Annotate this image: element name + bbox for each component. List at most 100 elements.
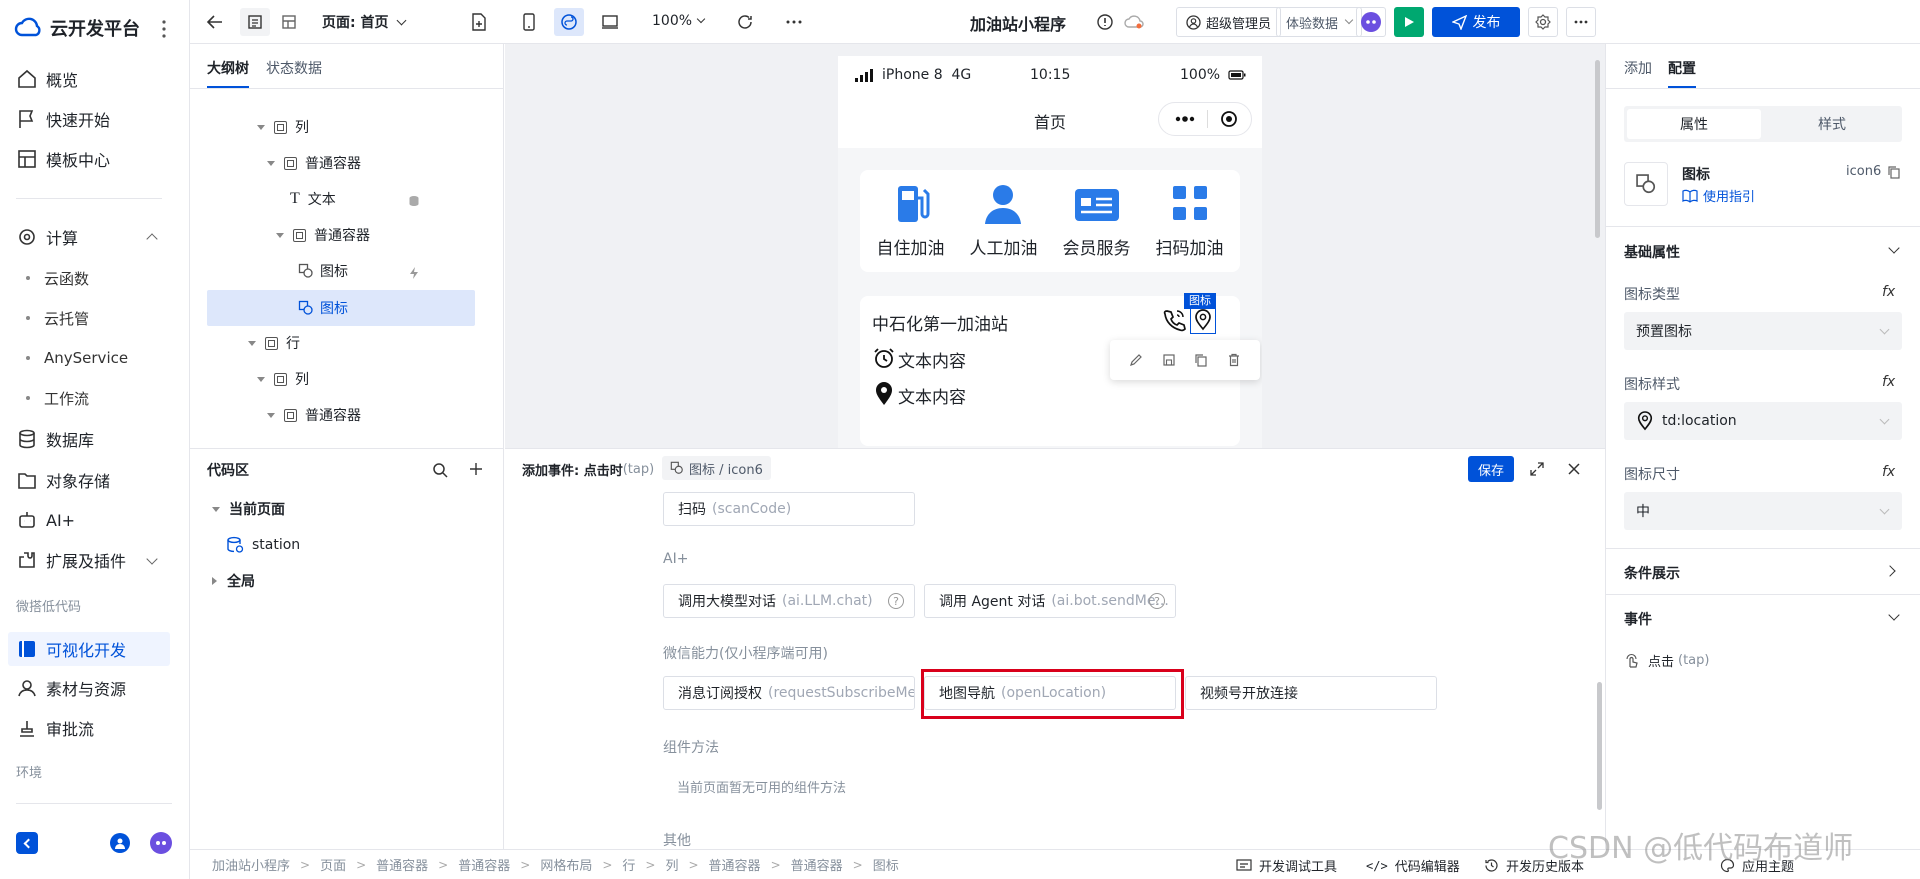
nav-approval[interactable]: 审批流 [16,713,94,743]
tab-outline-tree[interactable]: 大纲树 [207,58,249,78]
preview-button[interactable] [1394,7,1424,37]
icon-type-select[interactable]: 预置图标 [1624,312,1902,350]
copy-icon[interactable] [1194,353,1208,367]
user-avatar-icon[interactable] [110,833,130,853]
edit-icon[interactable] [1129,353,1143,367]
service-member[interactable]: 会员服务 [1050,184,1143,264]
breadcrumb-item[interactable]: 普通容器 [709,855,761,874]
code-item-station[interactable]: station [226,530,300,560]
nav-cloud-hosting[interactable]: 云托管 [26,304,89,332]
help-icon[interactable]: ? [888,593,904,609]
outline-view-button[interactable] [240,8,270,36]
close-icon[interactable] [1568,463,1580,475]
info-icon[interactable] [1096,13,1114,31]
nav-workflow[interactable]: 工作流 [26,384,89,412]
tree-node-icon-selected[interactable]: 图标 [298,293,348,323]
event-save-button[interactable]: 保存 [1468,456,1514,482]
service-scan-fuel[interactable]: 扫码加油 [1143,184,1236,264]
zoom-selector[interactable]: 100% [652,13,706,29]
breadcrumb-item[interactable]: 普通容器 [458,855,510,874]
service-manual-fuel[interactable]: 人工加油 [957,184,1050,264]
breadcrumb-item[interactable]: 页面 [320,855,346,874]
page-selector[interactable]: 页面: 首页 [322,12,407,32]
tab-state-data[interactable]: 状态数据 [266,58,322,78]
tree-node-container[interactable]: 普通容器 [276,220,370,250]
ai-assistant-button[interactable] [1356,7,1386,37]
nav-storage[interactable]: 对象存储 [16,465,110,495]
search-icon[interactable] [432,462,448,478]
service-self-fuel[interactable]: 自住加油 [864,184,957,264]
events-header[interactable]: 事件 [1624,609,1652,629]
fx-icon[interactable]: fx [1882,284,1895,300]
event-subscribe-button[interactable]: 消息订阅授权 (requestSubscribeMe... [663,676,915,710]
event-ai-agent-button[interactable]: 调用 Agent 对话 (ai.bot.sendMe... ? [924,584,1176,618]
basic-properties-header[interactable]: 基础属性 [1624,242,1680,262]
breadcrumb-item[interactable]: 图标 [873,855,899,874]
user-role-button[interactable]: 超级管理员 [1176,7,1282,37]
tree-node-container[interactable]: 普通容器 [267,148,361,178]
collapse-nav-button[interactable] [16,832,38,854]
icon-style-select[interactable]: td:location [1624,402,1902,440]
tab-config[interactable]: 配置 [1668,58,1696,78]
copy-icon[interactable] [1887,165,1901,179]
nav-templates[interactable]: 模板中心 [16,144,110,174]
event-ai-chat-button[interactable]: 调用大模型对话 (ai.LLM.chat) ? [663,584,915,618]
code-editor-button[interactable]: </> 代码编辑器 [1366,856,1460,876]
add-page-icon[interactable] [470,12,488,32]
breadcrumb-item[interactable]: 普通容器 [376,855,428,874]
mobile-device-icon[interactable] [522,12,536,32]
breadcrumb-item[interactable]: 列 [665,855,678,874]
code-current-page[interactable]: 当前页面 [212,494,285,524]
event-scan-code-button[interactable]: 扫码 (scanCode) [663,492,915,526]
conditional-display-header[interactable]: 条件展示 [1624,563,1680,583]
tab-add[interactable]: 添加 [1624,58,1652,78]
save-icon[interactable] [1162,353,1176,367]
nav-plugins[interactable]: 扩展及插件 [16,545,126,575]
chevron-up-icon[interactable] [146,233,158,245]
nav-ai[interactable]: AI+ [16,505,75,535]
add-icon[interactable] [469,462,483,476]
usage-guide-link[interactable]: 使用指引 [1682,186,1755,205]
cloud-sync-icon[interactable] [1124,14,1144,30]
pc-device-icon[interactable] [601,13,619,31]
breadcrumb-item[interactable]: 网格布局 [540,855,592,874]
nav-visual-dev[interactable]: 可视化开发 [16,634,126,664]
more-menu-button[interactable] [1566,7,1596,37]
subtab-properties[interactable]: 属性 [1627,109,1761,139]
app-logo[interactable]: 云开发平台 [14,14,140,42]
event-tap-item[interactable]: 点击 (tap) [1624,651,1709,670]
miniprogram-device-button[interactable] [554,8,584,36]
tree-node-column[interactable]: 列 [257,364,309,394]
nav-database[interactable]: 数据库 [16,424,94,454]
settings-button[interactable] [1528,7,1558,37]
canvas-scrollbar[interactable] [1595,60,1600,238]
nav-compute[interactable]: 计算 [16,222,78,252]
phone-call-icon[interactable] [1162,308,1186,332]
more-vert-icon[interactable] [162,20,166,38]
data-mode-selector[interactable]: 体验数据 [1276,7,1363,37]
help-icon[interactable]: ? [1149,593,1165,609]
nav-quickstart[interactable]: 快速开始 [16,104,110,134]
tree-node-column[interactable]: 列 [257,112,309,142]
breadcrumb-item[interactable]: 普通容器 [791,855,843,874]
more-horizontal-icon[interactable] [786,20,802,24]
nav-assets[interactable]: 素材与资源 [16,673,126,703]
event-channels-button[interactable]: 视频号开放连接 [1185,676,1437,710]
back-arrow-icon[interactable] [206,13,224,31]
fx-icon[interactable]: fx [1882,464,1895,480]
publish-button[interactable]: 发布 [1432,7,1520,37]
delete-icon[interactable] [1227,353,1241,367]
breadcrumb-item[interactable]: 加油站小程序 [212,855,290,874]
chevron-down-icon[interactable] [146,553,158,565]
tree-node-container[interactable]: 普通容器 [267,400,361,430]
layout-view-button[interactable] [274,8,304,36]
nav-anyservice[interactable]: AnyService [26,344,128,372]
refresh-icon[interactable] [736,13,754,31]
capsule-menu[interactable] [1158,102,1252,136]
tree-node-icon[interactable]: 图标 [298,256,348,286]
event-panel-scrollbar[interactable] [1597,682,1602,810]
expand-icon[interactable] [1530,462,1544,476]
nav-overview[interactable]: 概览 [16,64,78,94]
debug-tools-button[interactable]: 开发调试工具 [1236,856,1337,875]
selected-location-icon-frame[interactable] [1190,306,1216,334]
